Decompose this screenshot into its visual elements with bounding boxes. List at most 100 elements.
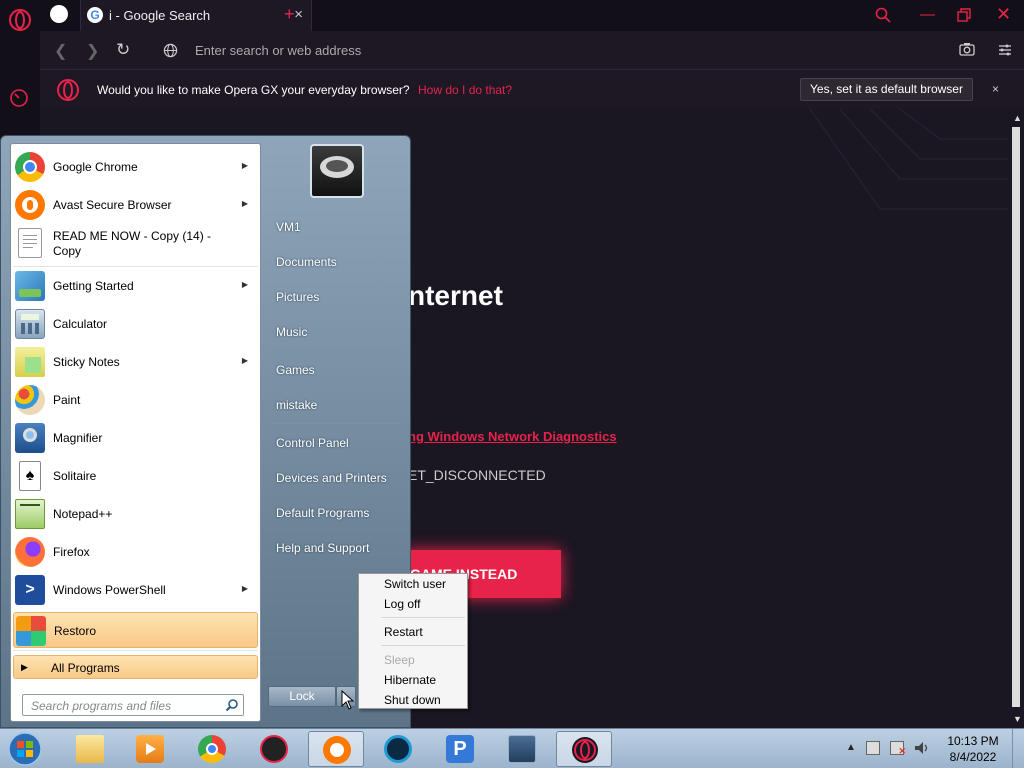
user-picture-avatar[interactable]	[310, 144, 364, 198]
workspace-icon[interactable]	[50, 5, 68, 23]
menu-item-restart[interactable]: Restart	[384, 625, 423, 639]
program-notepadpp[interactable]: Notepad++	[13, 496, 258, 532]
start-link-music[interactable]: Music	[276, 325, 307, 339]
menu-item-log-off[interactable]: Log off	[384, 597, 420, 611]
text-file-icon	[18, 228, 42, 258]
error-code: ET_DISCONNECTED	[408, 467, 546, 483]
powershell-icon: >	[15, 575, 45, 605]
menu-item-hibernate[interactable]: Hibernate	[384, 673, 436, 687]
infobar-close-icon[interactable]: ×	[992, 82, 999, 96]
menu-item-shut-down[interactable]: Shut down	[384, 693, 441, 707]
program-label: READ ME NOW - Copy (14) - Copy	[53, 229, 212, 258]
submenu-arrow-icon: ▶	[241, 161, 248, 170]
start-link-devices-and-printers[interactable]: Devices and Printers	[276, 471, 387, 485]
program-paint[interactable]: Paint	[13, 382, 258, 418]
program-restoro[interactable]: Restoro	[13, 612, 258, 648]
start-link-pictures[interactable]: Pictures	[276, 290, 319, 304]
network-diagnostics-link[interactable]: ng Windows Network Diagnostics	[408, 429, 617, 444]
program-windows-powershell[interactable]: > Windows PowerShell ▶	[13, 572, 258, 608]
taskbar-pdf-app[interactable]: P	[432, 731, 488, 767]
start-link-mistake[interactable]: mistake	[276, 398, 317, 412]
all-programs-button[interactable]: ▶ All Programs	[13, 655, 258, 679]
search-icon[interactable]	[875, 7, 891, 23]
tab-title: i - Google Search	[109, 8, 211, 23]
search-icon[interactable]	[225, 698, 239, 712]
program-avast-secure-browser[interactable]: Avast Secure Browser ▶	[13, 187, 258, 223]
program-label: Paint	[53, 393, 81, 407]
taskbar-avast-secure-browser[interactable]	[308, 731, 364, 767]
show-hidden-icons[interactable]: ▲	[846, 742, 856, 753]
taskbar-opera-gx[interactable]	[556, 731, 612, 767]
scroll-up-icon[interactable]: ▲	[1013, 113, 1022, 123]
triangle-right-icon: ▶	[21, 662, 28, 672]
program-label: Getting Started	[53, 279, 134, 293]
opera-logo-icon[interactable]	[8, 8, 32, 32]
folder-icon	[76, 735, 104, 763]
scroll-down-icon[interactable]: ▼	[1013, 714, 1022, 724]
mouse-cursor-icon	[341, 690, 355, 710]
program-solitaire[interactable]: ♠ Solitaire	[13, 458, 258, 494]
submenu-arrow-icon: ▶	[241, 199, 248, 208]
program-label: Windows PowerShell	[53, 583, 166, 597]
program-label: Magnifier	[53, 431, 103, 445]
start-link-games[interactable]: Games	[276, 363, 315, 377]
system-clock[interactable]: 10:13 PM 8/4/2022	[940, 733, 1006, 765]
restoro-icon	[16, 616, 46, 646]
program-read-me-now[interactable]: READ ME NOW - Copy (14) - Copy	[13, 225, 258, 261]
start-link-vm1[interactable]: VM1	[276, 220, 301, 234]
program-magnifier[interactable]: Magnifier	[13, 420, 258, 456]
calculator-icon	[15, 309, 45, 339]
scroll-thumb[interactable]	[1012, 127, 1020, 707]
taskbar-explorer[interactable]	[62, 731, 118, 767]
restore-icon[interactable]	[957, 8, 971, 22]
page-scrollbar[interactable]: ▲ ▼	[1008, 109, 1024, 728]
sticky-notes-icon	[15, 347, 45, 377]
network-icon[interactable]	[866, 741, 880, 755]
program-getting-started[interactable]: Getting Started ▶	[13, 268, 258, 304]
close-window-icon[interactable]: ✕	[996, 4, 1011, 25]
start-button-icon[interactable]	[6, 731, 44, 767]
start-search-input[interactable]: Search programs and files	[22, 694, 244, 716]
address-input[interactable]: Enter search or web address	[195, 43, 361, 58]
avast-browser-icon	[15, 190, 45, 220]
opera-logo-icon	[57, 79, 79, 101]
taskbar-chrome[interactable]	[184, 731, 240, 767]
lock-button[interactable]: Lock	[268, 686, 336, 707]
program-label: Restoro	[54, 624, 97, 638]
image-viewer-icon	[508, 735, 536, 763]
camera-icon[interactable]	[959, 42, 975, 56]
program-firefox[interactable]: Firefox	[13, 534, 258, 570]
volume-icon[interactable]	[914, 740, 930, 756]
menu-separator	[381, 645, 465, 646]
infobar-help-link[interactable]: How do I do that?	[418, 83, 512, 97]
taskbar-media-player[interactable]	[122, 731, 178, 767]
program-sticky-notes[interactable]: Sticky Notes ▶	[13, 344, 258, 380]
opera-gx-icon	[572, 737, 598, 763]
program-label: Calculator	[53, 317, 108, 331]
action-center-icon[interactable]: ✕	[890, 741, 906, 756]
pdf-app-icon: P	[446, 735, 474, 763]
start-link-documents[interactable]: Documents	[276, 255, 337, 269]
start-link-control-panel[interactable]: Control Panel	[276, 436, 349, 450]
gx-control-icon[interactable]	[9, 88, 29, 108]
menu-item-switch-user[interactable]: Switch user	[384, 577, 446, 591]
program-calculator[interactable]: Calculator	[13, 306, 258, 342]
set-default-browser-button[interactable]: Yes, set it as default browser	[800, 78, 973, 101]
right-pane-separator	[270, 350, 402, 351]
program-google-chrome[interactable]: Google Chrome ▶	[13, 149, 258, 185]
settings-sliders-icon[interactable]	[998, 43, 1012, 57]
taskbar-game-launcher[interactable]	[246, 731, 302, 767]
minimize-icon[interactable]: —	[920, 6, 935, 23]
taskbar-ccleaner[interactable]	[370, 731, 426, 767]
show-desktop-button[interactable]	[1012, 729, 1024, 768]
start-link-help-and-support[interactable]: Help and Support	[276, 541, 369, 555]
programs-separator	[13, 650, 258, 651]
back-icon[interactable]: ❮	[54, 41, 67, 61]
tab-close-icon[interactable]: ×	[294, 6, 303, 23]
new-tab-icon[interactable]: +	[284, 4, 295, 25]
reload-icon[interactable]: ↻	[116, 40, 130, 60]
forward-icon[interactable]: ❯	[86, 41, 99, 61]
start-link-default-programs[interactable]: Default Programs	[276, 506, 369, 520]
tab-google-search[interactable]: G i - Google Search ×	[80, 0, 312, 31]
taskbar-image-viewer[interactable]	[494, 731, 550, 767]
